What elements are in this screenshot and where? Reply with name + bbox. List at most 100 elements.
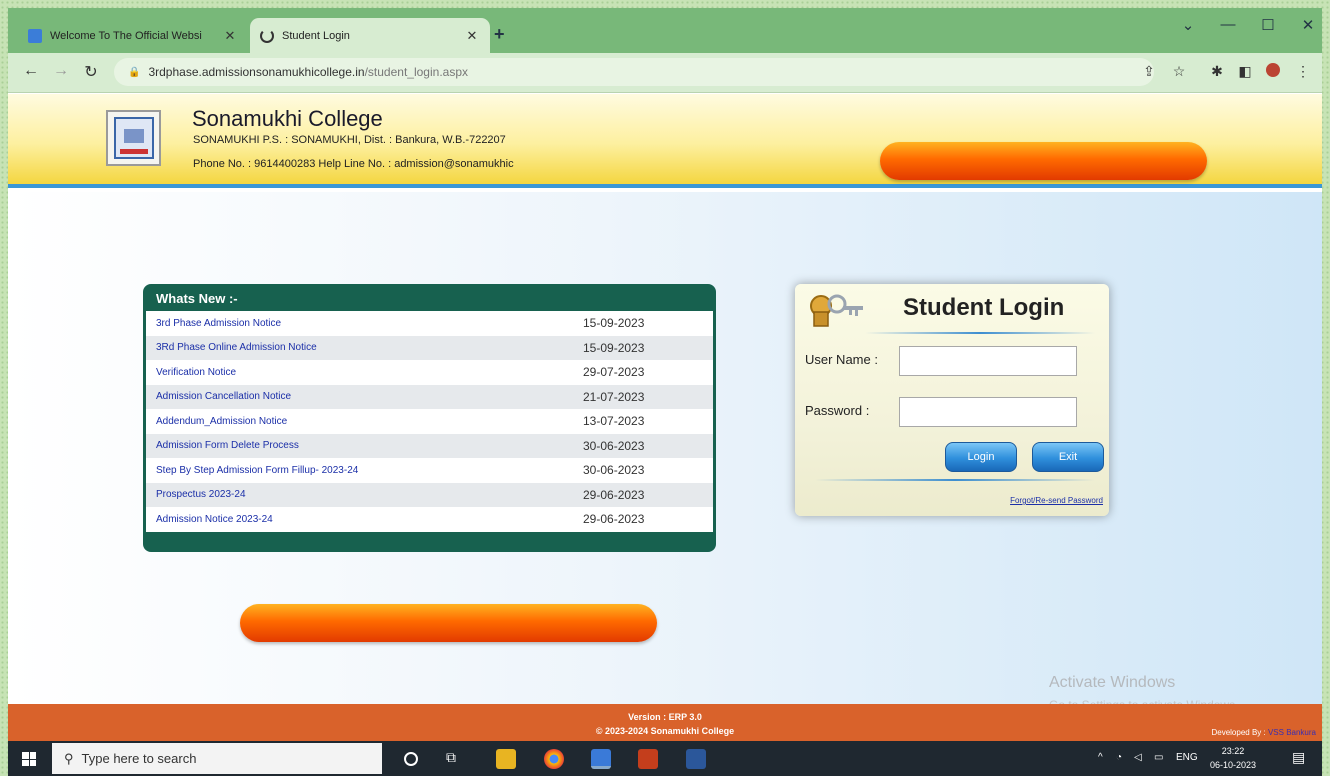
- clock-time: 23:22: [1221, 746, 1245, 756]
- profile-avatar-icon[interactable]: [1262, 63, 1284, 80]
- new-tab-button[interactable]: +: [494, 24, 505, 45]
- notice-link[interactable]: Admission Cancellation Notice: [156, 391, 583, 402]
- windows-start-icon[interactable]: [22, 752, 36, 766]
- developed-by-label: Developed By :: [1211, 728, 1266, 737]
- language-indicator[interactable]: ENG: [1176, 752, 1198, 763]
- notice-link[interactable]: Verification Notice: [156, 367, 583, 378]
- search-placeholder: Type here to search: [81, 751, 197, 766]
- notice-link[interactable]: 3rd Phase Admission Notice: [156, 318, 583, 329]
- login-button[interactable]: Login: [945, 442, 1017, 472]
- site-favicon-icon: [28, 28, 42, 43]
- notice-date: 29-06-2023: [583, 512, 645, 527]
- battery-icon[interactable]: ▭: [1154, 752, 1163, 763]
- clock-date: 06-10-2023: [1210, 760, 1257, 770]
- main-content: Whats New :- 3rd Phase Admission Notice 1…: [8, 192, 1322, 712]
- version-text: Version : ERP 3.0: [628, 712, 702, 722]
- college-logo: [106, 110, 161, 166]
- bookmark-star-icon[interactable]: ☆: [1168, 63, 1190, 80]
- active-chrome-icon[interactable]: [591, 749, 611, 769]
- username-input[interactable]: [899, 346, 1077, 376]
- list-item[interactable]: Addendum_Admission Notice 13-07-2023: [146, 409, 713, 434]
- task-view-icon[interactable]: ⧉: [446, 749, 466, 769]
- tab-search-icon[interactable]: ⌄: [1168, 16, 1208, 34]
- login-divider: [815, 479, 1095, 481]
- notice-date: 21-07-2023: [583, 389, 645, 404]
- header-banner-pill: [880, 142, 1207, 180]
- tab-title: Student Login: [282, 29, 350, 42]
- tab-strip: Welcome To The Official Websi ✕ Student …: [8, 8, 1322, 53]
- tab-student-login[interactable]: Student Login ✕: [250, 18, 490, 53]
- forward-icon[interactable]: →: [50, 62, 72, 80]
- developer-credit: Developed By : VSS Bankura: [1211, 728, 1316, 737]
- password-input[interactable]: [899, 397, 1077, 427]
- notice-link[interactable]: 3Rd Phase Online Admission Notice: [156, 342, 583, 353]
- notice-link[interactable]: Admission Notice 2023-24: [156, 514, 583, 525]
- notice-date: 29-07-2023: [583, 365, 645, 380]
- menu-kebab-icon[interactable]: ⋮: [1292, 63, 1314, 80]
- extensions-icon[interactable]: ✱: [1206, 63, 1228, 80]
- forgot-password-link[interactable]: Forgot/Re-send Password: [1010, 496, 1103, 505]
- list-item[interactable]: 3Rd Phase Online Admission Notice 15-09-2…: [146, 335, 713, 360]
- windows-taskbar: ⚲ Type here to search ⧉ ^ ◔ ◁ ▭ ENG 23:2…: [8, 741, 1322, 776]
- word-icon[interactable]: [686, 749, 706, 769]
- notice-date: 29-06-2023: [583, 487, 645, 502]
- notification-icon[interactable]: ▤: [1292, 749, 1305, 766]
- bottom-banner-pill: [240, 604, 657, 642]
- network-icon[interactable]: ◔: [1116, 752, 1122, 763]
- keys-icon: [810, 294, 863, 327]
- tray-overflow-icon[interactable]: ^: [1098, 752, 1103, 763]
- list-item[interactable]: Verification Notice 29-07-2023: [146, 360, 713, 385]
- powerpoint-icon[interactable]: [638, 749, 658, 769]
- minimize-icon[interactable]: —: [1208, 16, 1248, 33]
- list-item[interactable]: Admission Cancellation Notice 21-07-2023: [146, 384, 713, 409]
- browser-toolbar: ← → ↻ 🔒 3rdphase.admissionsonamukhicolle…: [8, 53, 1322, 93]
- list-item[interactable]: Admission Form Delete Process 30-06-2023: [146, 433, 713, 458]
- browser-window: Welcome To The Official Websi ✕ Student …: [8, 8, 1322, 741]
- site-footer: Version : ERP 3.0 © 2023-2024 Sonamukhi …: [8, 704, 1322, 741]
- whats-new-panel: Whats New :- 3rd Phase Admission Notice 1…: [143, 284, 716, 552]
- notice-link[interactable]: Step By Step Admission Form Fillup- 2023…: [156, 465, 583, 476]
- list-item[interactable]: Step By Step Admission Form Fillup- 2023…: [146, 458, 713, 483]
- notice-date: 13-07-2023: [583, 414, 645, 429]
- back-icon[interactable]: ←: [20, 62, 42, 80]
- notice-link[interactable]: Addendum_Admission Notice: [156, 416, 583, 427]
- tab-title: Welcome To The Official Websi: [50, 29, 202, 42]
- notice-date: 15-09-2023: [583, 316, 645, 331]
- close-tab-icon[interactable]: ✕: [464, 28, 480, 44]
- site-header: Sonamukhi College SONAMUKHI P.S. : SONAM…: [8, 94, 1322, 188]
- url-host: 3rdphase.admissionsonamukhicollege.in: [148, 65, 365, 79]
- chrome-icon[interactable]: [544, 749, 564, 769]
- username-label: User Name :: [805, 352, 878, 367]
- list-item[interactable]: 3rd Phase Admission Notice 15-09-2023: [146, 311, 713, 336]
- cortana-icon[interactable]: [404, 752, 418, 766]
- reload-icon[interactable]: ↻: [80, 62, 102, 82]
- developer-link[interactable]: VSS Bankura: [1268, 728, 1316, 737]
- share-icon[interactable]: ⇪: [1138, 63, 1160, 80]
- notice-link[interactable]: Prospectus 2023-24: [156, 489, 583, 500]
- sidepanel-icon[interactable]: ◧: [1234, 63, 1256, 80]
- notice-date: 30-06-2023: [583, 438, 645, 453]
- whats-new-title: Whats New :-: [156, 291, 238, 306]
- notice-date: 30-06-2023: [583, 463, 645, 478]
- list-item[interactable]: Admission Notice 2023-24 29-06-2023: [146, 507, 713, 532]
- search-icon: ⚲: [64, 750, 74, 766]
- close-window-icon[interactable]: ✕: [1288, 16, 1322, 34]
- loading-icon: [260, 28, 274, 43]
- exit-button[interactable]: Exit: [1032, 442, 1104, 472]
- maximize-icon[interactable]: ☐: [1248, 16, 1288, 34]
- address-bar[interactable]: 🔒 3rdphase.admissionsonamukhicollege.in /…: [114, 58, 1154, 86]
- file-explorer-icon[interactable]: [496, 749, 516, 769]
- close-tab-icon[interactable]: ✕: [222, 28, 238, 44]
- list-item[interactable]: Prospectus 2023-24 29-06-2023: [146, 482, 713, 507]
- college-address: SONAMUKHI P.S. : SONAMUKHI, Dist. : Bank…: [193, 134, 506, 146]
- volume-icon[interactable]: ◁: [1134, 752, 1142, 763]
- taskbar-search-box[interactable]: ⚲ Type here to search: [52, 743, 382, 774]
- whats-new-list: 3rd Phase Admission Notice 15-09-2023 3Rd…: [146, 311, 713, 532]
- tab-welcome[interactable]: Welcome To The Official Websi ✕: [18, 18, 248, 53]
- lock-icon: 🔒: [128, 66, 141, 78]
- password-label: Password :: [805, 403, 870, 418]
- taskbar-clock[interactable]: 23:22 06-10-2023: [1210, 744, 1256, 772]
- notice-link[interactable]: Admission Form Delete Process: [156, 440, 583, 451]
- title-divider: [865, 332, 1095, 334]
- url-path: /student_login.aspx: [364, 65, 468, 79]
